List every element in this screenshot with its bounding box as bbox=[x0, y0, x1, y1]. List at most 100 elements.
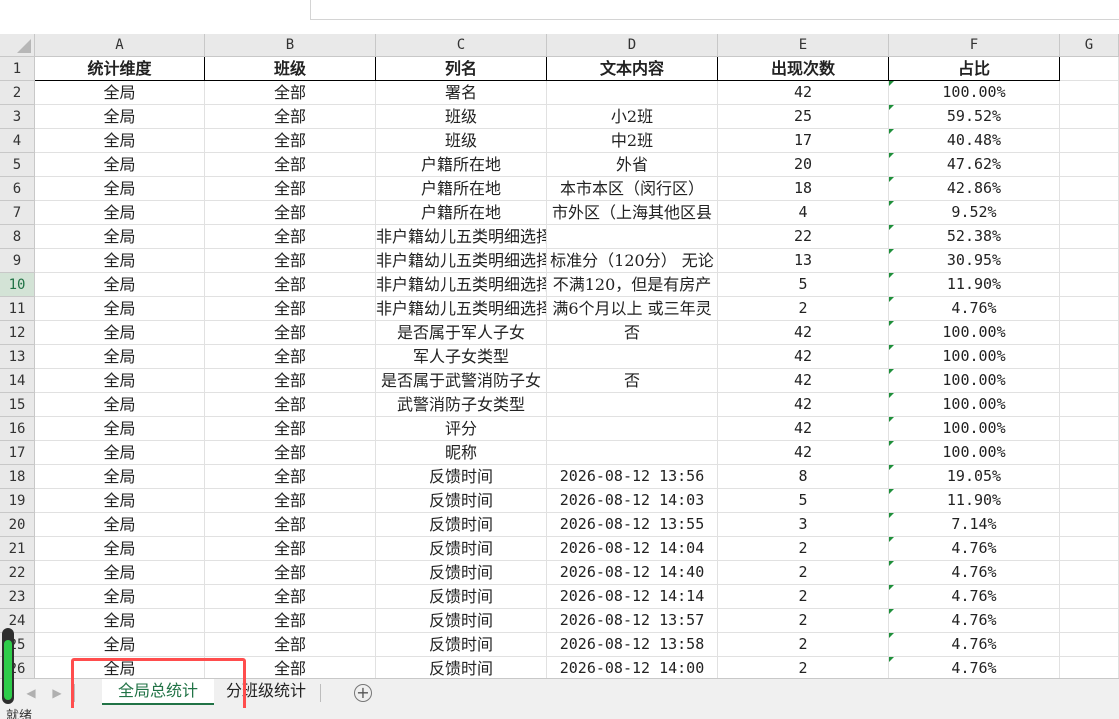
table-cell[interactable]: 4.76% bbox=[889, 633, 1060, 657]
chevron-right-icon[interactable]: ▶ bbox=[50, 685, 64, 701]
table-cell[interactable] bbox=[1060, 369, 1119, 393]
row-header[interactable]: 5 bbox=[0, 153, 35, 177]
row-header[interactable]: 20 bbox=[0, 513, 35, 537]
column-header-g[interactable]: G bbox=[1060, 34, 1119, 57]
table-cell[interactable] bbox=[1060, 441, 1119, 465]
header-cell-a[interactable]: 统计维度 bbox=[35, 57, 205, 81]
row-header[interactable]: 15 bbox=[0, 393, 35, 417]
table-cell[interactable]: 4.76% bbox=[889, 297, 1060, 321]
table-cell[interactable]: 反馈时间 bbox=[376, 513, 547, 537]
table-cell[interactable] bbox=[1060, 105, 1119, 129]
table-cell[interactable]: 全局 bbox=[35, 225, 205, 249]
row-header[interactable]: 3 bbox=[0, 105, 35, 129]
table-cell[interactable]: 班级 bbox=[376, 129, 547, 153]
table-cell[interactable]: 全局 bbox=[35, 393, 205, 417]
table-cell[interactable]: 反馈时间 bbox=[376, 561, 547, 585]
table-cell[interactable]: 全局 bbox=[35, 369, 205, 393]
table-cell[interactable]: 市外区（上海其他区县 bbox=[547, 201, 718, 225]
table-cell[interactable]: 全部 bbox=[205, 417, 376, 441]
row-header[interactable]: 23 bbox=[0, 585, 35, 609]
table-cell[interactable]: 42 bbox=[718, 321, 889, 345]
table-cell[interactable]: 全局 bbox=[35, 321, 205, 345]
table-cell[interactable]: 100.00% bbox=[889, 321, 1060, 345]
table-cell[interactable]: 全部 bbox=[205, 297, 376, 321]
table-cell[interactable] bbox=[1060, 561, 1119, 585]
table-cell[interactable]: 2 bbox=[718, 633, 889, 657]
table-cell[interactable]: 全部 bbox=[205, 369, 376, 393]
table-cell[interactable]: 42 bbox=[718, 345, 889, 369]
row-header[interactable]: 11 bbox=[0, 297, 35, 321]
column-header-e[interactable]: E bbox=[718, 34, 889, 57]
table-cell[interactable]: 全局 bbox=[35, 513, 205, 537]
table-cell[interactable]: 100.00% bbox=[889, 417, 1060, 441]
table-cell[interactable]: 4.76% bbox=[889, 585, 1060, 609]
table-cell[interactable]: 全局 bbox=[35, 609, 205, 633]
table-cell[interactable]: 2026-08-12 14:14 bbox=[547, 585, 718, 609]
row-header[interactable]: 18 bbox=[0, 465, 35, 489]
table-cell[interactable]: 不满120，但是有房产 bbox=[547, 273, 718, 297]
table-cell[interactable]: 全局 bbox=[35, 81, 205, 105]
table-cell[interactable]: 非户籍幼儿五类明细选择 bbox=[376, 297, 547, 321]
column-header-d[interactable]: D bbox=[547, 34, 718, 57]
table-cell[interactable]: 全部 bbox=[205, 345, 376, 369]
table-cell[interactable]: 2026-08-12 14:04 bbox=[547, 537, 718, 561]
table-cell[interactable]: 全局 bbox=[35, 249, 205, 273]
table-cell[interactable]: 2026-08-12 13:58 bbox=[547, 633, 718, 657]
table-cell[interactable]: 反馈时间 bbox=[376, 465, 547, 489]
chevron-left-icon[interactable]: ◀ bbox=[24, 685, 38, 701]
table-cell[interactable] bbox=[1060, 393, 1119, 417]
table-cell[interactable]: 100.00% bbox=[889, 369, 1060, 393]
table-cell[interactable]: 反馈时间 bbox=[376, 537, 547, 561]
row-header[interactable]: 8 bbox=[0, 225, 35, 249]
row-header[interactable]: 10 bbox=[0, 273, 35, 297]
table-cell[interactable]: 全局 bbox=[35, 129, 205, 153]
row-header[interactable]: 17 bbox=[0, 441, 35, 465]
table-cell[interactable]: 反馈时间 bbox=[376, 609, 547, 633]
formula-input[interactable] bbox=[310, 0, 1119, 20]
table-cell[interactable]: 非户籍幼儿五类明细选择 bbox=[376, 273, 547, 297]
table-cell[interactable]: 11.90% bbox=[889, 273, 1060, 297]
table-cell[interactable]: 全部 bbox=[205, 441, 376, 465]
table-cell[interactable]: 42 bbox=[718, 393, 889, 417]
row-header[interactable]: 1 bbox=[0, 57, 35, 81]
header-cell-e[interactable]: 出现次数 bbox=[718, 57, 889, 81]
table-cell[interactable]: 否 bbox=[547, 369, 718, 393]
select-all-corner[interactable] bbox=[0, 34, 35, 57]
table-cell[interactable]: 外省 bbox=[547, 153, 718, 177]
table-cell[interactable] bbox=[547, 81, 718, 105]
table-cell[interactable] bbox=[1060, 489, 1119, 513]
table-cell[interactable]: 2 bbox=[718, 609, 889, 633]
table-cell[interactable]: 100.00% bbox=[889, 81, 1060, 105]
table-cell[interactable]: 18 bbox=[718, 177, 889, 201]
table-cell[interactable]: 全局 bbox=[35, 561, 205, 585]
table-cell[interactable]: 2026-08-12 13:56 bbox=[547, 465, 718, 489]
table-cell[interactable]: 4.76% bbox=[889, 561, 1060, 585]
row-header[interactable]: 7 bbox=[0, 201, 35, 225]
table-cell[interactable]: 全部 bbox=[205, 465, 376, 489]
table-cell[interactable]: 全部 bbox=[205, 585, 376, 609]
table-cell[interactable] bbox=[1060, 177, 1119, 201]
table-cell[interactable]: 全部 bbox=[205, 225, 376, 249]
table-cell[interactable]: 全局 bbox=[35, 633, 205, 657]
table-cell[interactable]: 全局 bbox=[35, 345, 205, 369]
table-cell[interactable]: 2 bbox=[718, 297, 889, 321]
table-cell[interactable]: 非户籍幼儿五类明细选择 bbox=[376, 249, 547, 273]
table-cell[interactable] bbox=[1060, 81, 1119, 105]
table-cell[interactable] bbox=[1060, 57, 1119, 81]
column-header-b[interactable]: B bbox=[205, 34, 376, 57]
table-cell[interactable]: 全局 bbox=[35, 585, 205, 609]
row-header[interactable]: 13 bbox=[0, 345, 35, 369]
table-cell[interactable]: 反馈时间 bbox=[376, 633, 547, 657]
table-cell[interactable] bbox=[1060, 417, 1119, 441]
table-cell[interactable]: 昵称 bbox=[376, 441, 547, 465]
table-cell[interactable] bbox=[1060, 633, 1119, 657]
table-cell[interactable]: 全部 bbox=[205, 633, 376, 657]
table-cell[interactable]: 2 bbox=[718, 537, 889, 561]
table-cell[interactable] bbox=[547, 225, 718, 249]
table-cell[interactable]: 8 bbox=[718, 465, 889, 489]
table-cell[interactable]: 全部 bbox=[205, 201, 376, 225]
table-cell[interactable]: 全局 bbox=[35, 177, 205, 201]
table-cell[interactable]: 全部 bbox=[205, 177, 376, 201]
table-cell[interactable]: 17 bbox=[718, 129, 889, 153]
row-header[interactable]: 22 bbox=[0, 561, 35, 585]
